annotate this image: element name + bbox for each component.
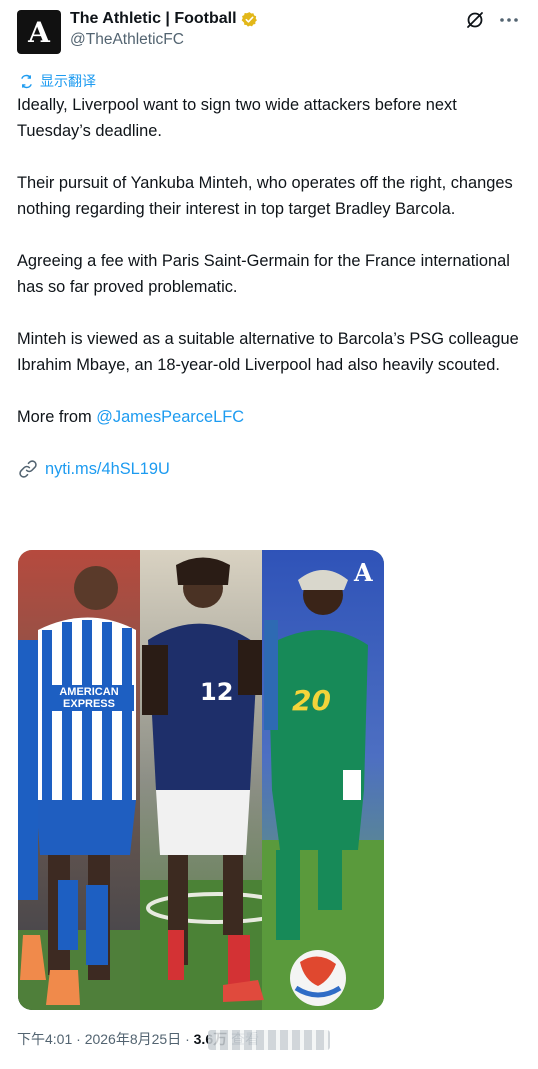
shirt-number-right: 20 <box>292 684 331 717</box>
translate-icon <box>21 74 32 88</box>
paragraph-3: Agreeing a fee with Paris Saint-Germain … <box>17 252 510 296</box>
timestamp[interactable]: 下午4:01 · 2026年8月25日 · <box>17 1031 194 1047</box>
paragraph-4: Minteh is viewed as a suitable alternati… <box>17 330 519 374</box>
author-block: The Athletic | Football @TheAthleticFC <box>70 9 258 51</box>
url-link[interactable]: nyti.ms/4hSL19U <box>45 456 170 482</box>
display-name-row[interactable]: The Athletic | Football <box>70 9 258 29</box>
athletic-watermark: A <box>354 558 373 587</box>
translate-label[interactable]: 显示翻译 <box>40 71 96 91</box>
header-actions <box>465 10 519 30</box>
shirt-number-mid: 12 <box>200 678 234 706</box>
display-name[interactable]: The Athletic | Football <box>70 9 237 29</box>
shirt-sponsor-text: AMERICAN EXPRESS <box>59 686 119 710</box>
link-icon <box>19 460 37 478</box>
show-translation-link[interactable]: 显示翻译 <box>19 71 96 91</box>
watermark-overlay <box>208 1030 330 1050</box>
url-line: nyti.ms/4hSL19U <box>17 456 527 482</box>
more-from-line: More from @JamesPearceLFC <box>17 404 527 430</box>
avatar-letter: A <box>28 15 50 49</box>
tweet-header: A The Athletic | Football @TheAthleticFC <box>17 8 521 56</box>
tweet-media-image[interactable]: AMERICAN EXPRESS 12 20 A <box>18 550 384 1010</box>
paragraph-2: Their pursuit of Yankuba Minteh, who ope… <box>17 174 513 218</box>
grok-icon[interactable] <box>465 10 485 30</box>
verified-badge-icon <box>241 11 257 27</box>
more-icon[interactable] <box>499 10 519 30</box>
media-collage <box>18 550 384 1010</box>
avatar[interactable]: A <box>17 10 61 54</box>
handle[interactable]: @TheAthleticFC <box>70 29 258 51</box>
mention-link[interactable]: @JamesPearceLFC <box>96 408 244 426</box>
more-from-label: More from <box>17 408 97 426</box>
tweet-text: Ideally, Liverpool want to sign two wide… <box>17 92 527 482</box>
paragraph-1: Ideally, Liverpool want to sign two wide… <box>17 96 457 140</box>
